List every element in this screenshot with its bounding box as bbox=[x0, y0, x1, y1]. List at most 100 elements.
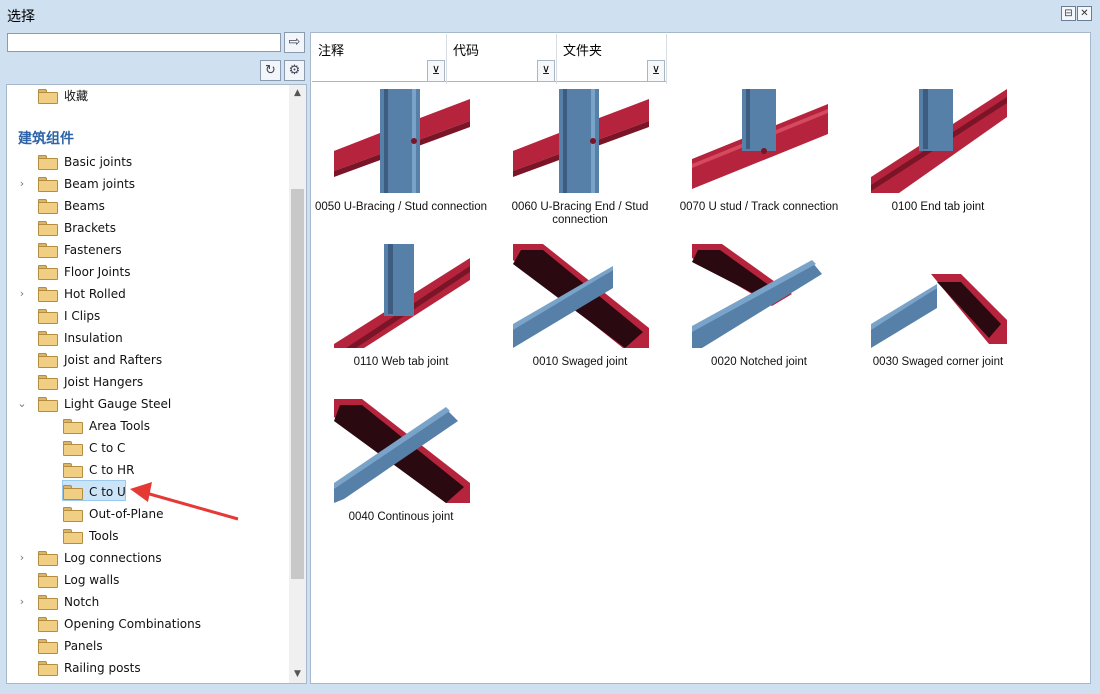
tree-item[interactable]: › Notch bbox=[7, 591, 287, 613]
folder-icon bbox=[38, 89, 58, 104]
tree-item[interactable]: Beams bbox=[7, 195, 287, 217]
window-title: 选择 bbox=[7, 9, 35, 25]
filter-icon[interactable]: ⊻ bbox=[427, 60, 445, 82]
folder-icon bbox=[38, 309, 58, 324]
tree-item-label: Area Tools bbox=[89, 419, 150, 433]
tree-item[interactable]: Basic joints bbox=[7, 151, 287, 173]
component-thumbnail bbox=[513, 244, 649, 348]
column-folder-label: 文件夹 bbox=[563, 44, 603, 59]
tree-item[interactable]: ⌄ Light Gauge Steel bbox=[7, 393, 287, 415]
column-note: 注释 ⊻ bbox=[312, 34, 447, 84]
tree-item[interactable]: › Log connections bbox=[7, 547, 287, 569]
component-tile[interactable]: 0070 U stud / Track connection bbox=[671, 89, 847, 239]
tree-item[interactable]: Opening Combinations bbox=[7, 613, 287, 635]
tree-subitem[interactable]: C to U bbox=[7, 481, 287, 503]
tree-item[interactable]: Fasteners bbox=[7, 239, 287, 261]
folder-icon bbox=[38, 573, 58, 588]
tree-subitem[interactable]: Out-of-Plane bbox=[7, 503, 287, 525]
component-tile[interactable]: 0020 Notched joint bbox=[671, 244, 847, 394]
scroll-thumb[interactable] bbox=[291, 189, 304, 579]
folder-icon bbox=[38, 551, 58, 566]
expand-arrow-icon[interactable]: › bbox=[17, 283, 27, 305]
component-caption: 0050 U-Bracing / Stud connection bbox=[315, 201, 487, 213]
tree-item[interactable]: Floor Joints bbox=[7, 261, 287, 283]
tree-item-favorites[interactable]: 收藏 bbox=[7, 85, 287, 107]
component-tile[interactable]: 0110 Web tab joint bbox=[313, 244, 489, 394]
folder-icon bbox=[38, 617, 58, 632]
left-panel: ⇨ ↻ ⚙ 收藏 建筑组件 Basic joints › Beam joints Be… bbox=[6, 32, 307, 684]
filter-icon[interactable]: ⊻ bbox=[537, 60, 555, 82]
tree-subitem[interactable]: Area Tools bbox=[7, 415, 287, 437]
component-tile[interactable]: 0010 Swaged joint bbox=[492, 244, 668, 394]
column-folder: 文件夹 ⊻ bbox=[557, 34, 667, 84]
tree-item[interactable]: I Clips bbox=[7, 305, 287, 327]
tree-item-label: C to C bbox=[89, 441, 126, 455]
tree-item-label: Log connections bbox=[64, 551, 162, 565]
tree-item[interactable]: Joist and Rafters bbox=[7, 349, 287, 371]
component-thumbnail bbox=[334, 399, 470, 503]
tree-item[interactable]: Panels bbox=[7, 635, 287, 657]
component-tile[interactable]: 0040 Continous joint bbox=[313, 399, 489, 549]
pin-button[interactable]: ⊟ bbox=[1061, 6, 1076, 21]
component-thumbnail bbox=[692, 89, 828, 193]
tree-item[interactable]: › Hot Rolled bbox=[7, 283, 287, 305]
results-panel: 注释 ⊻ 代码 ⊻ 文件夹 ⊻ 0050 U-Bracing / Stud co… bbox=[310, 32, 1091, 684]
expand-arrow-icon[interactable]: › bbox=[17, 591, 27, 613]
scroll-down-icon[interactable]: ▼ bbox=[289, 666, 306, 683]
component-tile[interactable]: 0100 End tab joint bbox=[850, 89, 1026, 239]
component-thumbnail bbox=[692, 244, 828, 348]
close-button[interactable]: ✕ bbox=[1077, 6, 1092, 21]
component-tile[interactable]: 0050 U-Bracing / Stud connection bbox=[313, 89, 489, 239]
tree-subitem[interactable]: C to C bbox=[7, 437, 287, 459]
tree-item[interactable]: Railing posts bbox=[7, 657, 287, 679]
component-tile[interactable]: 0060 U-Bracing End / Stud connection bbox=[492, 89, 668, 239]
component-caption: 0030 Swaged corner joint bbox=[872, 356, 1004, 368]
component-tile[interactable]: 0030 Swaged corner joint bbox=[850, 244, 1026, 394]
scroll-up-icon[interactable]: ▲ bbox=[289, 85, 306, 102]
tree-scrollbar[interactable]: ▲ ▼ bbox=[289, 85, 306, 683]
folder-icon bbox=[38, 331, 58, 346]
go-button[interactable]: ⇨ bbox=[284, 32, 305, 53]
tree-item-label: Notch bbox=[64, 595, 100, 609]
folder-icon bbox=[38, 155, 58, 170]
folder-icon bbox=[38, 639, 58, 654]
tree-item-label: Light Gauge Steel bbox=[64, 397, 172, 411]
tree-item-label: Joist Hangers bbox=[64, 375, 144, 389]
tree-item[interactable]: Insulation bbox=[7, 327, 287, 349]
folder-icon bbox=[38, 199, 58, 214]
refresh-button[interactable]: ↻ bbox=[260, 60, 281, 81]
tree-subitem[interactable]: Tools bbox=[7, 525, 287, 547]
column-note-filter-field[interactable] bbox=[312, 60, 446, 82]
folder-icon bbox=[38, 375, 58, 390]
expand-arrow-icon[interactable]: › bbox=[17, 547, 27, 569]
component-caption: 0100 End tab joint bbox=[891, 201, 985, 213]
tree-item-label: Opening Combinations bbox=[64, 617, 201, 631]
component-thumbnail bbox=[334, 244, 470, 348]
tree-item[interactable]: › Beam joints bbox=[7, 173, 287, 195]
tree-item-label: C to U bbox=[89, 485, 126, 499]
settings-button[interactable]: ⚙ bbox=[284, 60, 305, 81]
filter-icon[interactable]: ⊻ bbox=[647, 60, 665, 82]
folder-icon bbox=[38, 595, 58, 610]
folder-icon bbox=[38, 221, 58, 236]
component-caption: 0060 U-Bracing End / Stud connection bbox=[511, 201, 649, 226]
folder-icon bbox=[38, 265, 58, 280]
column-code-label: 代码 bbox=[453, 44, 480, 59]
expand-arrow-icon[interactable]: ⌄ bbox=[17, 393, 27, 415]
folder-icon bbox=[63, 485, 83, 500]
tree-item-label: Log walls bbox=[64, 573, 120, 587]
tree-item-label: Hot Rolled bbox=[64, 287, 126, 301]
tree-subitem[interactable]: C to HR bbox=[7, 459, 287, 481]
tree-item[interactable]: Log walls bbox=[7, 569, 287, 591]
tree-item-label: Insulation bbox=[64, 331, 123, 345]
tree-item-label: Floor Joints bbox=[64, 265, 131, 279]
tree-item[interactable]: Brackets bbox=[7, 217, 287, 239]
folder-icon bbox=[38, 177, 58, 192]
tree-item-label: Fasteners bbox=[64, 243, 122, 257]
folder-icon bbox=[38, 397, 58, 412]
expand-arrow-icon[interactable]: › bbox=[17, 173, 27, 195]
tree-item-label: I Clips bbox=[64, 309, 101, 323]
tree-item-label: Brackets bbox=[64, 221, 116, 235]
search-input[interactable] bbox=[7, 33, 281, 52]
tree-item[interactable]: Joist Hangers bbox=[7, 371, 287, 393]
